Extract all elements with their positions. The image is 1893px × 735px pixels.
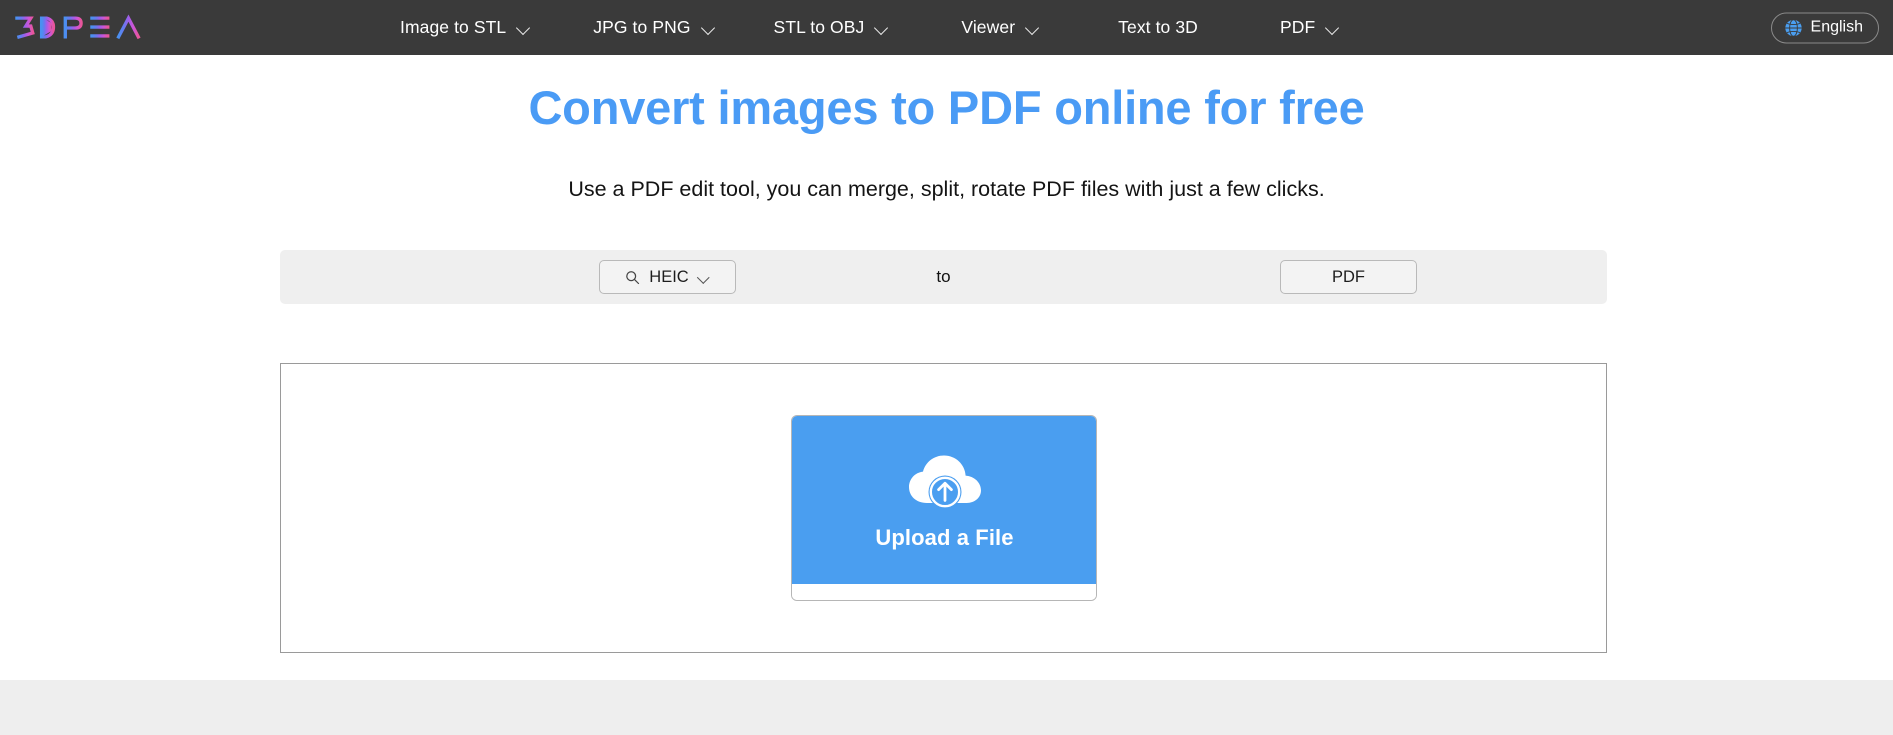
source-format-select[interactable]: HEIC [599,260,736,294]
search-icon [626,270,640,284]
cloud-upload-icon [908,455,981,509]
site-logo[interactable] [14,11,162,45]
page-subtitle: Use a PDF edit tool, you can merge, spli… [568,177,1325,201]
chevron-down-icon [702,21,716,35]
language-selector[interactable]: English [1770,12,1879,43]
file-drop-zone[interactable]: Upload a File [280,363,1607,653]
chevron-down-icon [517,21,531,35]
target-format-select[interactable]: PDF [1280,260,1417,294]
footer-band [0,680,1893,735]
upload-file-control[interactable]: Upload a File [790,415,1097,601]
nav-item-jpg-to-png[interactable]: JPG to PNG [593,17,715,38]
nav-item-image-to-stl[interactable]: Image to STL [400,17,531,38]
language-label: English [1810,18,1863,36]
top-navigation-bar: Image to STL JPG to PNG STL to OBJ Viewe… [0,0,1893,55]
nav-item-label: STL to OBJ [773,17,865,37]
file-input-strip[interactable] [791,584,1096,600]
chevron-down-icon [1026,21,1040,35]
upload-file-button[interactable]: Upload a File [791,416,1096,586]
format-converter-bar: HEIC to PDF [280,250,1607,304]
nav-menu: Image to STL JPG to PNG STL to OBJ Viewe… [400,0,1340,55]
nav-item-label: PDF [1279,17,1316,37]
source-format-value: HEIC [649,267,689,286]
page-title: Convert images to PDF online for free [528,81,1365,134]
upload-file-label: Upload a File [875,525,1014,550]
chevron-down-icon [698,271,710,283]
conversion-separator-label: to [936,267,951,286]
nav-item-text-to-3d[interactable]: Text to 3D [1118,17,1198,38]
nav-item-viewer[interactable]: Viewer [961,17,1040,38]
target-format-value: PDF [1332,267,1365,286]
chevron-down-icon [875,21,889,35]
nav-item-pdf[interactable]: PDF [1280,17,1340,38]
nav-item-label: Image to STL [400,17,507,37]
nav-item-label: Viewer [961,17,1016,37]
chevron-down-icon [1326,21,1340,35]
nav-item-label: JPG to PNG [593,17,691,37]
nav-item-label: Text to 3D [1118,17,1198,37]
globe-icon [1784,18,1802,37]
nav-item-stl-to-obj[interactable]: STL to OBJ [774,17,890,38]
